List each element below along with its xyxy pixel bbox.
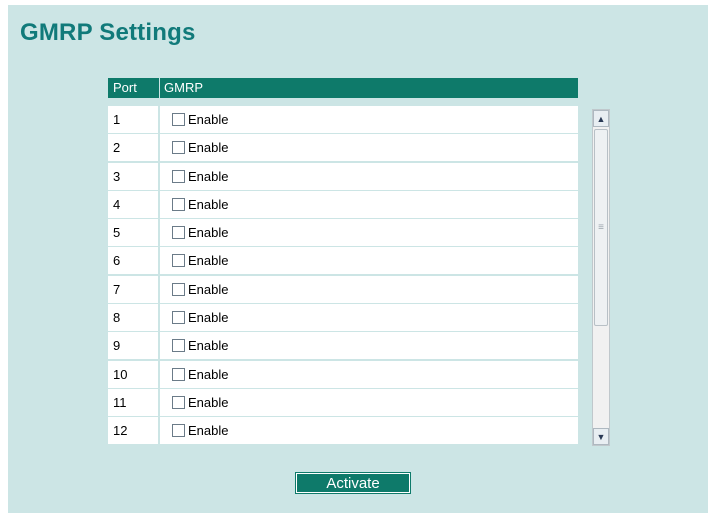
gmrp-cell: Enable [160,106,228,133]
settings-panel: GMRP Settings Port GMRP 1 Enable 2 Enable 3 E… [8,5,708,513]
column-header-port: Port [108,78,160,98]
table-row: 8 Enable [108,304,578,332]
gmrp-cell: Enable [160,304,228,331]
table-row: 1 Enable [108,106,578,133]
enable-label[interactable]: Enable [188,253,228,268]
scroll-down-button[interactable]: ▼ [593,428,609,445]
enable-label[interactable]: Enable [188,140,228,155]
table-row: 5 Enable [108,219,578,247]
enable-checkbox[interactable] [172,254,185,268]
gmrp-cell: Enable [160,219,228,246]
port-number: 10 [108,360,160,388]
enable-checkbox[interactable] [172,367,185,381]
scroll-up-button[interactable]: ▲ [593,110,609,127]
chevron-down-icon: ▼ [596,431,606,442]
gmrp-cell: Enable [160,247,228,274]
table-row: 3 Enable [108,162,578,190]
port-number: 2 [108,134,160,162]
enable-label[interactable]: Enable [188,197,228,212]
table-body: 1 Enable 2 Enable 3 Enable 4 Enable 5 Enable 6 Enab… [108,106,578,445]
table-row: 11 Enable [108,388,578,416]
gmrp-cell: Enable [160,417,228,444]
enable-label[interactable]: Enable [188,282,228,297]
port-number: 4 [108,190,160,218]
enable-label[interactable]: Enable [188,310,228,325]
table-header: Port GMRP [108,78,578,98]
port-number: 3 [108,162,160,190]
chevron-up-icon: ▲ [596,113,606,124]
port-number: 8 [108,304,160,332]
gmrp-cell: Enable [160,361,228,388]
enable-checkbox[interactable] [172,311,185,325]
port-number: 11 [108,388,160,416]
enable-label[interactable]: Enable [188,423,228,438]
enable-checkbox[interactable] [172,197,185,211]
enable-label[interactable]: Enable [188,367,228,382]
port-number: 6 [108,247,160,275]
table-row: 2 Enable [108,134,578,162]
gmrp-cell: Enable [160,191,228,218]
table-row: 4 Enable [108,190,578,218]
enable-checkbox[interactable] [172,339,185,353]
port-number: 1 [108,106,160,133]
table-row: 9 Enable [108,332,578,360]
port-number: 7 [108,275,160,303]
enable-label[interactable]: Enable [188,338,228,353]
enable-label[interactable]: Enable [188,169,228,184]
gmrp-cell: Enable [160,389,228,416]
enable-label[interactable]: Enable [188,225,228,240]
port-number: 5 [108,219,160,247]
port-number: 9 [108,332,160,360]
table-row: 6 Enable [108,247,578,275]
enable-checkbox[interactable] [172,226,185,240]
enable-checkbox[interactable] [172,141,185,155]
table-row: 7 Enable [108,275,578,303]
port-number: 12 [108,417,160,445]
enable-checkbox[interactable] [172,113,185,126]
scroll-thumb[interactable]: ≡ [594,129,608,326]
gmrp-cell: Enable [160,134,228,161]
gmrp-cell: Enable [160,163,228,190]
gmrp-cell: Enable [160,332,228,359]
enable-label[interactable]: Enable [188,395,228,410]
enable-checkbox[interactable] [172,424,185,438]
column-header-gmrp: GMRP [164,80,203,95]
vertical-scrollbar[interactable]: ▲ ≡ ▼ [592,109,610,446]
enable-checkbox[interactable] [172,169,185,183]
gmrp-cell: Enable [160,276,228,303]
page-title: GMRP Settings [20,19,196,46]
table-row: 12 Enable [108,417,578,445]
enable-checkbox[interactable] [172,395,185,409]
enable-checkbox[interactable] [172,282,185,296]
table-row: 10 Enable [108,360,578,388]
gmrp-port-table: Port GMRP 1 Enable 2 Enable 3 Enable 4 Enable 5 E… [108,78,578,446]
grip-icon: ≡ [598,222,604,233]
activate-button[interactable]: Activate [295,472,411,494]
enable-label[interactable]: Enable [188,112,228,127]
